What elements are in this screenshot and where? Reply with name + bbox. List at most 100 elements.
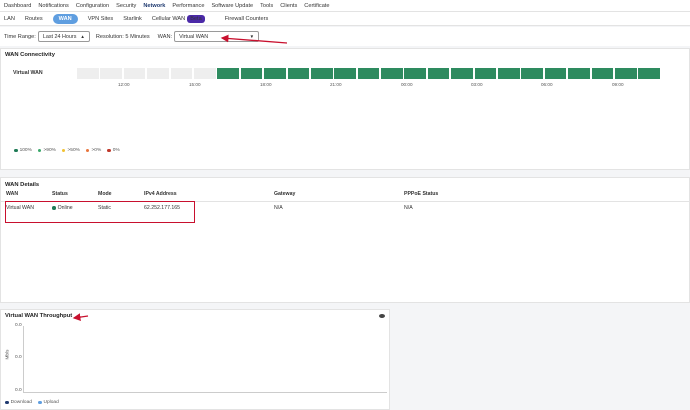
throughput-legend: Download Upload bbox=[5, 400, 59, 405]
tab-routes[interactable]: Routes bbox=[25, 16, 43, 22]
throughput-title: Virtual WAN Throughput bbox=[5, 313, 73, 319]
legend-label: Download bbox=[10, 400, 32, 405]
connectivity-cell[interactable] bbox=[147, 68, 169, 79]
resolution-label: Resolution: 5 Minutes bbox=[95, 33, 150, 40]
connectivity-cell[interactable] bbox=[591, 68, 614, 79]
eye-icon[interactable] bbox=[379, 314, 385, 318]
connectivity-legend: 100% >90% >50% >0% 0% bbox=[14, 148, 126, 153]
connectivity-cell[interactable] bbox=[77, 68, 99, 79]
connectivity-cell[interactable] bbox=[334, 68, 356, 79]
col-header-status[interactable]: Status bbox=[52, 191, 68, 197]
legend-dot bbox=[85, 148, 90, 153]
wan-connectivity-panel: WAN Connectivity Virtual WAN 12:00 15:00… bbox=[0, 48, 690, 170]
col-header-pppoe[interactable]: PPPoE Status bbox=[404, 191, 438, 197]
col-header-wan[interactable]: WAN bbox=[6, 191, 18, 197]
legend-item: >0% bbox=[85, 148, 101, 153]
connectivity-cell[interactable] bbox=[381, 68, 403, 79]
time-range-select[interactable]: Last 24 Hours ▲ bbox=[37, 31, 90, 42]
wan-details-title: WAN Details bbox=[5, 182, 40, 188]
tab-starlink[interactable]: Starlink bbox=[123, 16, 142, 22]
cell-pppoe: N/A bbox=[404, 205, 413, 211]
tab-wan[interactable]: WAN bbox=[52, 13, 78, 24]
page: Dashboard Notifications Configuration Se… bbox=[0, 0, 690, 410]
connectivity-bar bbox=[77, 68, 662, 79]
legend-label: 0% bbox=[112, 148, 120, 153]
nav-configuration[interactable]: Configuration bbox=[76, 3, 109, 9]
connectivity-cell[interactable] bbox=[310, 68, 333, 79]
throughput-panel: Virtual WAN Throughput Mb/s 0.0 0.0 0.0 … bbox=[0, 309, 390, 410]
legend-label: >90% bbox=[43, 148, 56, 153]
axis-tick: 03:00 bbox=[471, 82, 483, 87]
col-header-mode[interactable]: Mode bbox=[98, 191, 112, 197]
tab-vpn-sites[interactable]: VPN Sites bbox=[88, 16, 114, 22]
beta-badge: Beta bbox=[187, 14, 205, 23]
connectivity-cell[interactable] bbox=[193, 68, 216, 79]
time-range-label: Time Range: bbox=[4, 33, 36, 40]
col-header-ipv4[interactable]: IPv4 Address bbox=[144, 191, 177, 197]
tab-lan[interactable]: LAN bbox=[4, 16, 15, 22]
legend-dot bbox=[37, 400, 42, 405]
connectivity-cell[interactable] bbox=[170, 68, 193, 79]
cell-gateway: N/A bbox=[274, 205, 283, 211]
filter-toolbar: Time Range: Last 24 Hours ▲ Resolution: … bbox=[0, 27, 690, 46]
connectivity-cell[interactable] bbox=[498, 68, 520, 79]
legend-item: 0% bbox=[107, 148, 120, 153]
x-axis-line bbox=[23, 392, 387, 393]
connectivity-cell[interactable] bbox=[451, 68, 473, 79]
legend-item-download[interactable]: Download bbox=[5, 400, 32, 405]
connectivity-cell[interactable] bbox=[427, 68, 450, 79]
connectivity-cell[interactable] bbox=[357, 68, 380, 79]
connectivity-cell[interactable] bbox=[404, 68, 427, 79]
nav-software-update[interactable]: Software Update bbox=[211, 3, 253, 9]
y-tick: 0.0 bbox=[15, 323, 22, 328]
caret-down-icon: ▼ bbox=[249, 34, 255, 39]
sub-nav: LAN Routes WAN VPN Sites Starlink Cellul… bbox=[0, 12, 690, 26]
legend-label: >50% bbox=[67, 148, 80, 153]
connectivity-cell[interactable] bbox=[287, 68, 310, 79]
time-range-value: Last 24 Hours bbox=[42, 33, 77, 40]
nav-performance[interactable]: Performance bbox=[172, 3, 204, 9]
axis-tick: 21:00 bbox=[330, 82, 342, 87]
top-nav: Dashboard Notifications Configuration Se… bbox=[0, 0, 690, 12]
y-axis-label: Mb/s bbox=[4, 349, 10, 360]
legend-dot bbox=[61, 148, 66, 153]
tab-cellular-wan-label: Cellular WAN bbox=[151, 15, 186, 22]
axis-tick: 18:00 bbox=[260, 82, 272, 87]
connectivity-cell[interactable] bbox=[100, 68, 122, 79]
nav-certificate[interactable]: Certificate bbox=[304, 3, 329, 9]
connectivity-cell[interactable] bbox=[217, 68, 239, 79]
connectivity-cell[interactable] bbox=[521, 68, 544, 79]
nav-notifications[interactable]: Notifications bbox=[38, 3, 68, 9]
y-tick: 0.0 bbox=[15, 355, 22, 360]
connectivity-row-label: Virtual WAN bbox=[13, 70, 43, 76]
axis-tick: 09:00 bbox=[612, 82, 624, 87]
nav-tools[interactable]: Tools bbox=[260, 3, 273, 9]
connectivity-cell[interactable] bbox=[568, 68, 590, 79]
tab-cellular-wan[interactable]: Cellular WAN Beta bbox=[151, 14, 215, 23]
legend-dot bbox=[5, 400, 9, 405]
wan-details-panel: WAN Details WAN Status Mode IPv4 Address… bbox=[0, 177, 690, 303]
legend-label: Upload bbox=[43, 400, 59, 405]
wan-connectivity-title: WAN Connectivity bbox=[5, 52, 55, 58]
nav-security[interactable]: Security bbox=[116, 3, 136, 9]
legend-dot bbox=[37, 148, 42, 153]
connectivity-cell[interactable] bbox=[474, 68, 497, 79]
nav-clients[interactable]: Clients bbox=[280, 3, 297, 9]
connectivity-cell[interactable] bbox=[240, 68, 263, 79]
axis-tick: 06:00 bbox=[541, 82, 553, 87]
connectivity-cell[interactable] bbox=[544, 68, 567, 79]
axis-tick: 15:00 bbox=[189, 82, 201, 87]
connectivity-cell[interactable] bbox=[614, 68, 637, 79]
legend-item: >90% bbox=[37, 148, 56, 153]
connectivity-cell[interactable] bbox=[123, 68, 146, 79]
col-header-gateway[interactable]: Gateway bbox=[274, 191, 295, 197]
nav-dashboard[interactable]: Dashboard bbox=[4, 3, 31, 9]
connectivity-cell[interactable] bbox=[638, 68, 660, 79]
connectivity-cell[interactable] bbox=[264, 68, 286, 79]
y-axis-line bbox=[23, 326, 24, 392]
nav-network[interactable]: Network bbox=[143, 3, 165, 9]
legend-item-upload[interactable]: Upload bbox=[37, 400, 59, 405]
tab-firewall-counters[interactable]: Firewall Counters bbox=[225, 16, 269, 22]
legend-item: 100% bbox=[14, 148, 32, 153]
wan-select[interactable]: Virtual WAN ▼ bbox=[174, 31, 260, 42]
